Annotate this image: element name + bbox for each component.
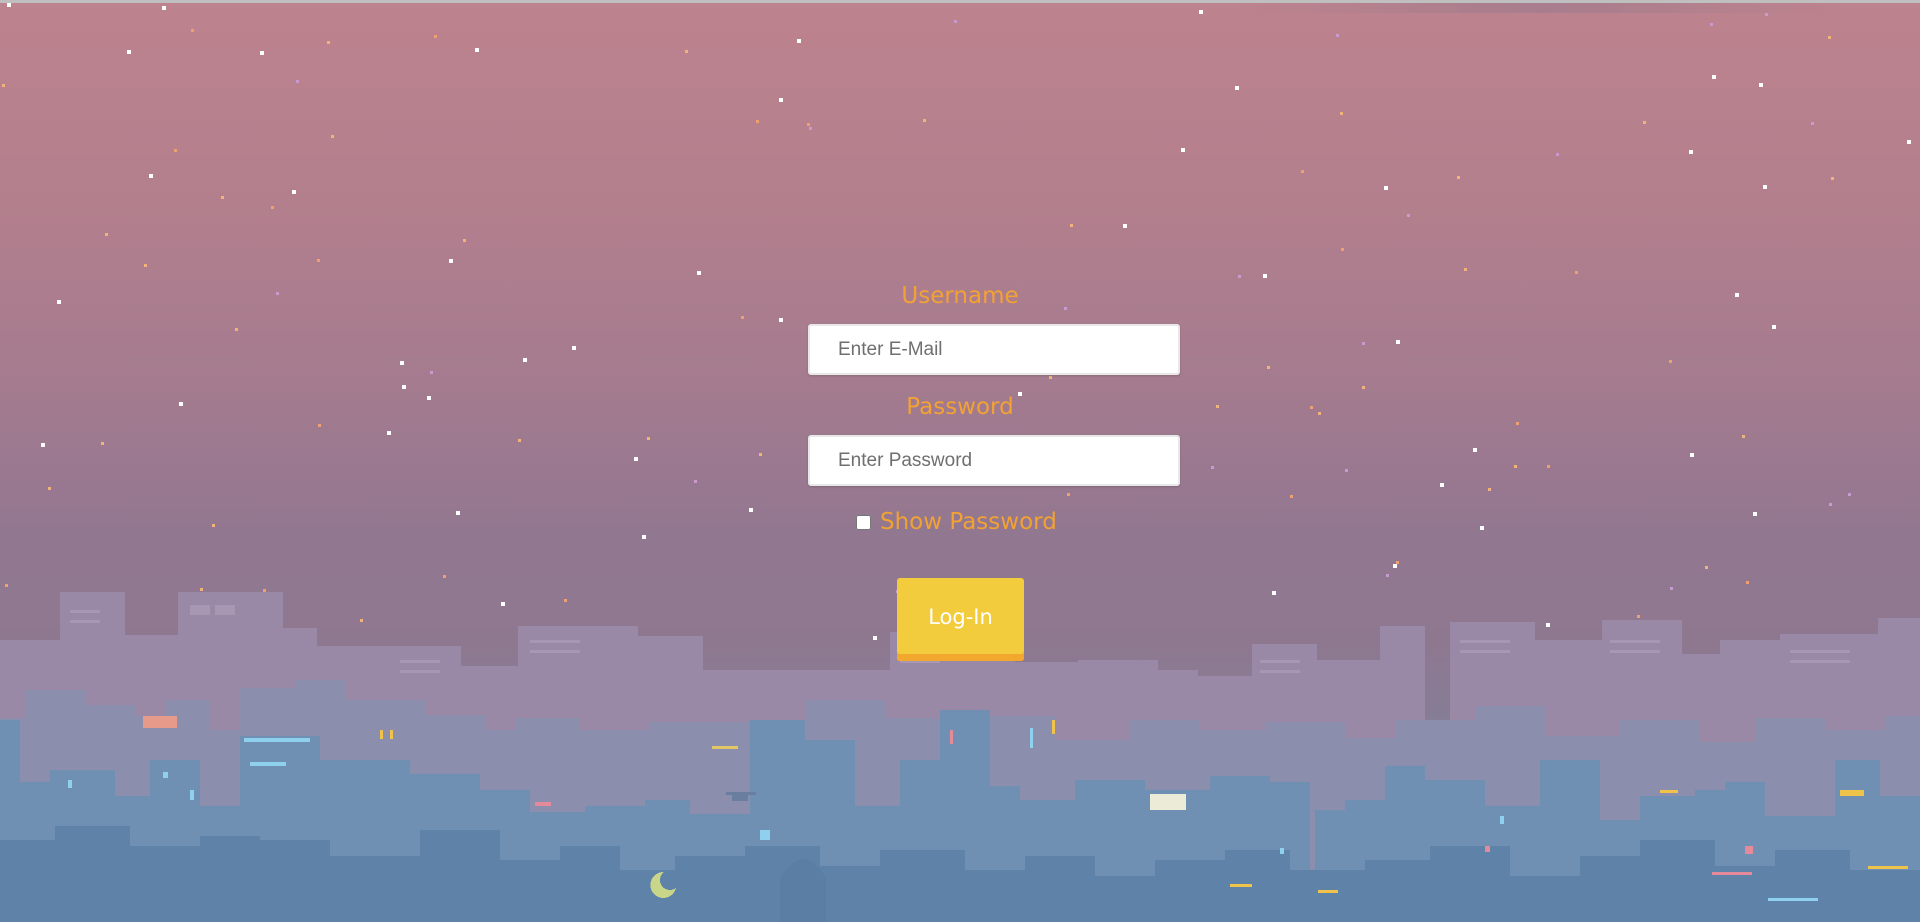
dome-building: [780, 859, 826, 922]
username-label: Username: [901, 283, 1019, 309]
show-password-checkbox[interactable]: [856, 514, 871, 530]
show-password-row: Show Password: [800, 506, 1180, 538]
email-field[interactable]: [808, 324, 1180, 375]
password-field[interactable]: [808, 435, 1180, 486]
login-form: Username Password Show Password Log-In: [800, 276, 1180, 661]
login-button[interactable]: Log-In: [897, 578, 1024, 661]
password-label: Password: [906, 394, 1014, 420]
show-password-label[interactable]: Show Password: [880, 509, 1057, 535]
